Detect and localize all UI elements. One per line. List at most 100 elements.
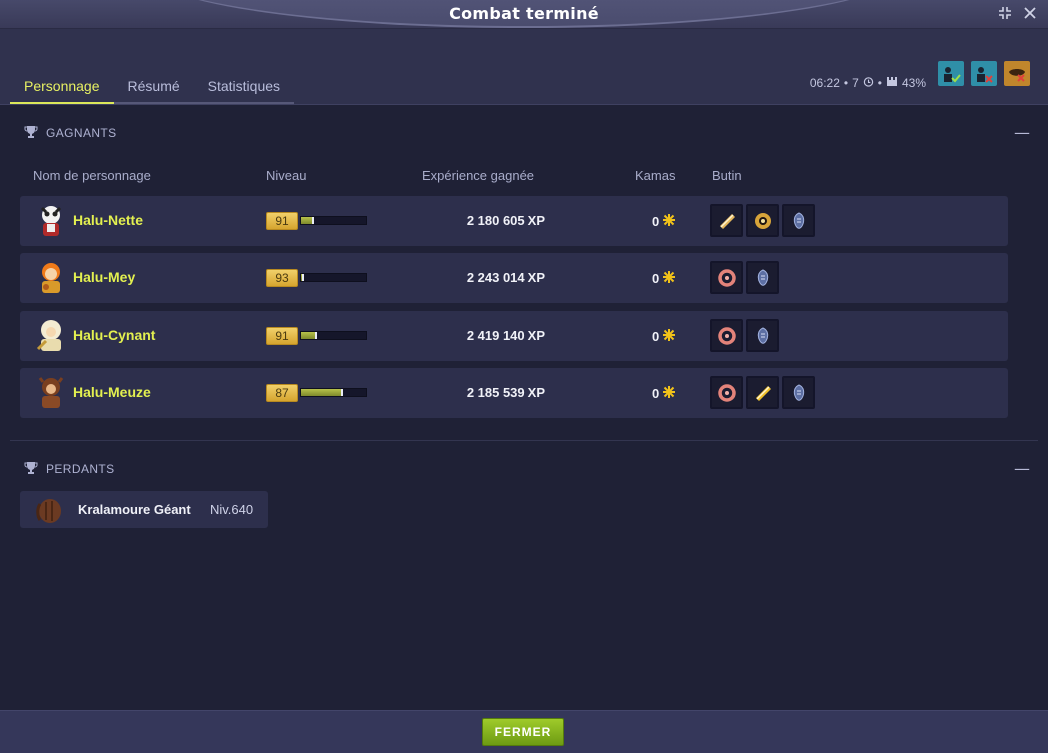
xp-progress-fill <box>301 332 318 339</box>
kamas-value: 0 <box>652 386 660 401</box>
xp-progress-fill <box>301 274 305 281</box>
avatar <box>34 204 68 238</box>
fight-duration: 06:22 <box>809 76 840 90</box>
xp-unit: XP <box>527 213 545 228</box>
fight-info: 06:22 • 7 • 43% <box>810 76 926 90</box>
level-badge: 87 <box>266 384 298 402</box>
level-badge: 91 <box>266 327 298 345</box>
close-button[interactable]: FERMER <box>482 718 564 746</box>
loot-slot[interactable] <box>710 319 743 352</box>
loot-slot[interactable] <box>710 204 743 237</box>
relic-icon <box>793 211 804 229</box>
winner-row: Halu-Mey 93 2 243 014 XP 0 <box>20 253 1008 303</box>
loot-slot[interactable] <box>746 376 779 409</box>
level-badge: 93 <box>266 269 298 287</box>
loot-slot[interactable] <box>782 204 815 237</box>
xp-unit: XP <box>527 270 545 285</box>
tab-statistiques[interactable]: Statistiques <box>193 71 295 104</box>
kamas-gained: 0 <box>652 213 676 230</box>
col-level: Niveau <box>266 168 307 183</box>
losers-title: PERDANTS <box>46 462 115 476</box>
window-title: Combat terminé <box>449 4 599 23</box>
ring-icon <box>717 268 736 287</box>
loot-list <box>710 376 815 409</box>
avatar <box>34 376 68 410</box>
relic-icon <box>757 268 768 286</box>
xp-gained: 2 419 140 XP <box>467 328 545 343</box>
winners-title: GAGNANTS <box>46 126 117 140</box>
winner-row: Halu-Nette 91 2 180 605 XP 0 <box>20 196 1008 246</box>
xp-unit: XP <box>527 385 545 400</box>
loot-slot[interactable] <box>746 204 779 237</box>
kamas-value: 0 <box>652 271 660 286</box>
xp-gained: 2 180 605 XP <box>467 213 545 228</box>
spectator-lock-icon[interactable] <box>1004 61 1030 86</box>
loser-row: Kralamoure Géant Niv.640 <box>20 491 268 528</box>
tab-personnage[interactable]: Personnage <box>10 71 114 104</box>
xp-progress-fill <box>301 389 344 396</box>
kama-icon <box>662 213 676 230</box>
relic-icon <box>757 326 768 344</box>
player-name[interactable]: Halu-Cynant <box>73 327 155 343</box>
collapse-winners-button[interactable]: — <box>1014 125 1030 141</box>
xp-gained: 2 185 539 XP <box>467 385 545 400</box>
relic-icon <box>793 383 804 401</box>
ring-icon <box>717 326 736 345</box>
scroll-icon <box>755 385 771 401</box>
xp-progress-bar <box>300 388 367 397</box>
loot-list <box>710 204 815 237</box>
xp-unit: XP <box>527 328 545 343</box>
loot-slot[interactable] <box>710 261 743 294</box>
loot-slot[interactable] <box>746 319 779 352</box>
party-leave-icon[interactable] <box>971 61 997 86</box>
header: Personnage Résumé Statistiques 06:22 • 7… <box>0 29 1048 105</box>
avatar <box>34 319 68 353</box>
player-name[interactable]: Halu-Meuze <box>73 384 151 400</box>
loot-slot[interactable] <box>746 261 779 294</box>
ring-icon <box>717 383 736 402</box>
trophy-icon <box>24 461 38 478</box>
level-badge: 91 <box>266 212 298 230</box>
section-divider <box>10 440 1038 441</box>
xp-value: 2 419 140 <box>466 328 525 343</box>
player-name[interactable]: Halu-Mey <box>73 269 135 285</box>
player-name[interactable]: Halu-Nette <box>73 212 143 228</box>
timer-icon <box>863 76 874 90</box>
challenge-icon <box>886 76 898 90</box>
loot-slot[interactable] <box>782 376 815 409</box>
kamas-gained: 0 <box>652 328 676 345</box>
challenge-percent: 43% <box>901 76 926 90</box>
xp-gained: 2 243 014 XP <box>467 270 545 285</box>
fight-turns: 7 <box>852 76 859 90</box>
kamas-value: 0 <box>652 329 660 344</box>
tab-resume[interactable]: Résumé <box>113 71 194 104</box>
loot-list <box>710 261 779 294</box>
losers-header: PERDANTS <box>24 459 115 479</box>
close-icon[interactable] <box>1020 3 1040 23</box>
xp-progress-fill <box>301 217 314 224</box>
footer: FERMER <box>0 710 1048 753</box>
results-panel: GAGNANTS — Nom de personnage Niveau Expé… <box>0 105 1048 710</box>
trophy-icon <box>24 125 38 142</box>
winners-header: GAGNANTS <box>24 123 117 143</box>
compress-icon[interactable] <box>995 3 1015 23</box>
kama-icon <box>662 328 676 345</box>
title-bar: Combat terminé <box>0 0 1048 29</box>
loot-slot[interactable] <box>710 376 743 409</box>
monster-avatar <box>33 494 65 526</box>
col-kamas: Kamas <box>635 168 676 183</box>
monster-name[interactable]: Kralamoure Géant <box>78 502 191 517</box>
collapse-losers-button[interactable]: — <box>1014 461 1030 477</box>
separator-dot: • <box>843 76 849 90</box>
kamas-gained: 0 <box>652 385 676 402</box>
party-ready-icon[interactable] <box>938 61 964 86</box>
kama-icon <box>662 270 676 287</box>
xp-value: 2 185 539 <box>466 385 525 400</box>
xp-value: 2 180 605 <box>466 213 525 228</box>
col-loot: Butin <box>712 168 742 183</box>
xp-progress-bar <box>300 331 367 340</box>
orb-icon <box>754 212 771 229</box>
winner-row: Halu-Cynant 91 2 419 140 XP 0 <box>20 311 1008 361</box>
winner-row: Halu-Meuze 87 2 185 539 XP 0 <box>20 368 1008 418</box>
col-name: Nom de personnage <box>33 168 151 183</box>
